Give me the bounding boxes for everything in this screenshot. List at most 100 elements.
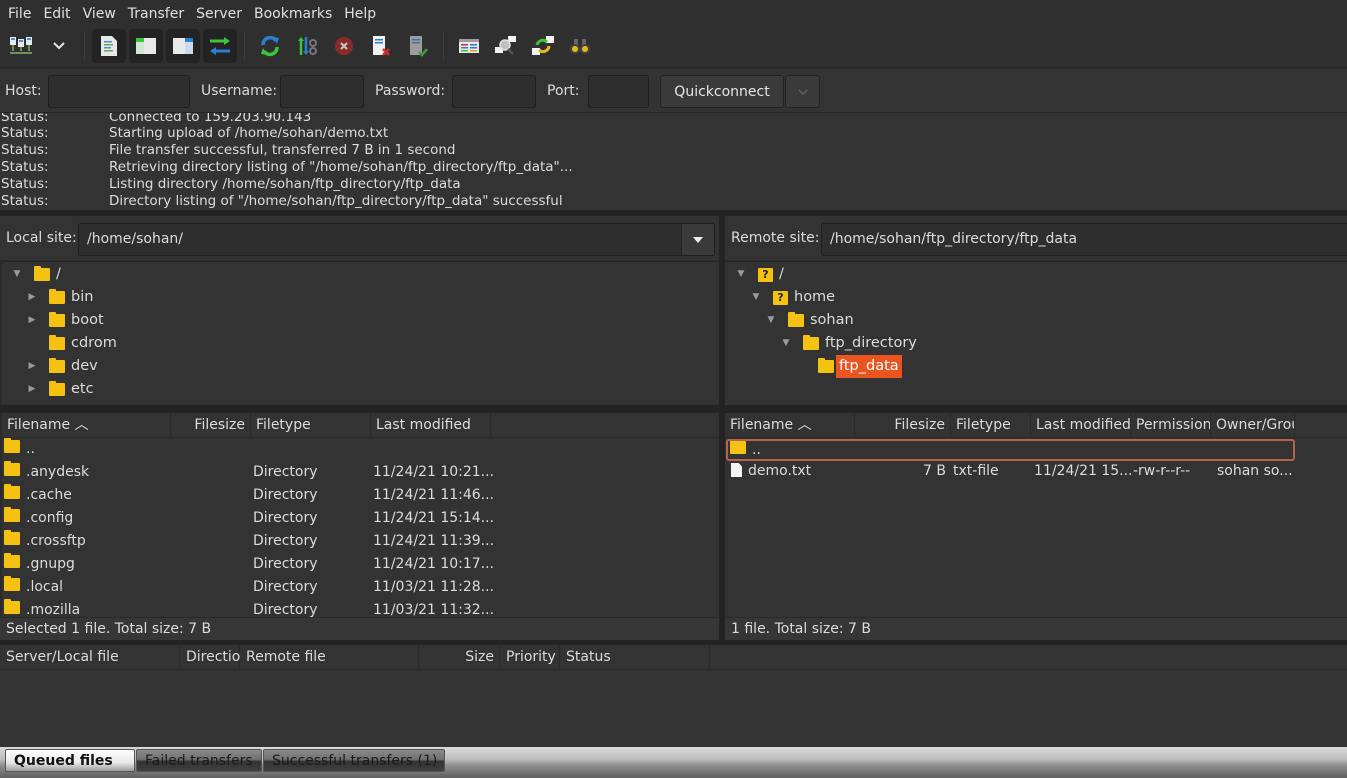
toggle-local-tree-button[interactable] [129, 29, 163, 63]
tab-failed-transfers[interactable]: Failed transfers [136, 749, 262, 772]
tree-node[interactable]: ▼ ? / [734, 263, 784, 286]
site-manager-button[interactable] [4, 29, 38, 63]
tree-node[interactable]: ▶ boot [25, 309, 104, 332]
column-size[interactable]: Size [419, 645, 500, 670]
host-input[interactable] [48, 75, 190, 108]
local-site-label: Local site: [6, 230, 77, 246]
local-path-dropdown-button[interactable] [681, 224, 714, 255]
column-filename[interactable]: Filename ︿ [2, 413, 171, 438]
column-last-modified[interactable]: Last modified [1031, 413, 1131, 438]
quickconnect-history-dropdown[interactable] [785, 75, 820, 108]
quickconnect-button[interactable]: Quickconnect [660, 75, 784, 108]
synchronized-browsing-button[interactable] [526, 29, 560, 63]
file-row[interactable]: .anydesk Directory 11/24/21 10:21... [2, 461, 719, 484]
collapsed-arrow-icon[interactable]: ▶ [25, 383, 39, 397]
tree-node[interactable]: ▼ sohan [764, 309, 854, 332]
file-row[interactable]: .mozilla Directory 11/03/21 11:32... [2, 599, 719, 617]
menu-edit[interactable]: Edit [37, 6, 76, 22]
expanded-arrow-icon[interactable]: ▼ [10, 268, 24, 282]
collapsed-arrow-icon[interactable]: ▶ [25, 360, 39, 374]
remote-directory-tree[interactable]: ▼ ? / ▼ ? home ▼ sohan ▼ ftp_directory f… [725, 261, 1347, 405]
expanded-arrow-icon[interactable]: ▼ [779, 337, 793, 351]
password-input[interactable] [452, 75, 536, 108]
column-server-local-file[interactable]: Server/Local file [0, 645, 180, 670]
chevron-down-icon [798, 89, 807, 95]
file-row[interactable]: .config Directory 11/24/21 15:14... [2, 507, 719, 530]
file-row[interactable]: .crossftp Directory 11/24/21 11:39... [2, 530, 719, 553]
site-manager-dropdown-button[interactable] [42, 29, 76, 63]
remote-tree-icon [173, 38, 193, 54]
tree-node[interactable]: ▼ ftp_directory [779, 332, 917, 355]
tree-node-selected[interactable]: ftp_data [818, 355, 902, 378]
remote-path-combobox[interactable]: /home/sohan/ftp_directory/ftp_data [821, 223, 1347, 256]
tree-node[interactable]: cdrom [25, 332, 117, 355]
cancel-icon [335, 37, 353, 55]
folder-icon [49, 381, 65, 396]
menu-view[interactable]: View [77, 6, 122, 22]
local-directory-tree[interactable]: ▼ / ▶ bin ▶ boot cdrom ▶ dev ▶ etc [2, 261, 719, 405]
toggle-message-log-button[interactable] [92, 29, 126, 63]
expanded-arrow-icon[interactable]: ▼ [734, 268, 748, 282]
column-filetype[interactable]: Filetype [951, 413, 1031, 438]
column-filename[interactable]: Filename ︿ [725, 413, 855, 438]
collapsed-arrow-icon[interactable]: ▶ [25, 291, 39, 305]
process-queue-button[interactable] [290, 29, 324, 63]
tree-list-splitter[interactable] [0, 405, 1347, 413]
column-last-modified[interactable]: Last modified [371, 413, 491, 438]
folder-icon [4, 576, 20, 591]
column-permission[interactable]: Permission [1131, 413, 1211, 438]
filename-filter-icon [495, 36, 516, 55]
file-row[interactable]: demo.txt 7 B txt-file 11/24/21 15... -rw… [725, 460, 1347, 483]
search-remote-files-button[interactable] [563, 29, 597, 63]
menu-server[interactable]: Server [190, 6, 248, 22]
folder-icon [49, 358, 65, 373]
tree-node[interactable]: ▶ dev [25, 355, 98, 378]
tree-node[interactable]: ▼ / [10, 263, 61, 286]
toggle-transfer-queue-button[interactable] [203, 29, 237, 63]
tree-node[interactable]: ▶ bin [25, 286, 93, 309]
column-owner-group[interactable]: Owner/Grou [1211, 413, 1295, 438]
file-row[interactable]: .gnupg Directory 11/24/21 10:17... [2, 553, 719, 576]
tree-node[interactable]: ▼ ? home [749, 286, 836, 309]
tab-queued-files[interactable]: Queued files [5, 749, 135, 772]
reconnect-button[interactable] [401, 29, 435, 63]
remote-file-list[interactable]: Filename ︿ Filesize Filetype Last modifi… [725, 413, 1347, 617]
menu-help[interactable]: Help [338, 6, 382, 22]
column-remote-file[interactable]: Remote file [240, 645, 419, 670]
message-log[interactable]: Status: Connected to 159.203.90.143 Statu… [0, 113, 1347, 210]
file-row-parent[interactable]: .. [726, 439, 1295, 461]
cancel-operation-button[interactable] [327, 29, 361, 63]
file-row[interactable]: .local Directory 11/03/21 11:28... [2, 576, 719, 599]
local-tree-icon [136, 38, 156, 54]
port-input[interactable] [588, 75, 649, 108]
column-status[interactable]: Status [560, 645, 710, 670]
local-path-combobox[interactable]: /home/sohan/ [78, 223, 715, 256]
transfer-queue[interactable]: Server/Local file Directio Remote file S… [0, 645, 1347, 747]
file-row[interactable]: .cache Directory 11/24/21 11:46... [2, 484, 719, 507]
username-input[interactable] [280, 75, 364, 108]
disconnect-button[interactable] [364, 29, 398, 63]
tree-node[interactable]: ▶ etc [25, 378, 94, 401]
expanded-arrow-icon[interactable]: ▼ [749, 291, 763, 305]
local-file-list[interactable]: Filename ︿ Filesize Filetype Last modifi… [2, 413, 719, 617]
column-priority[interactable]: Priority [500, 645, 560, 670]
file-row-parent[interactable]: .. [2, 438, 719, 461]
username-label: Username: [201, 83, 278, 99]
tab-successful-transfers[interactable]: Successful transfers (1) [263, 749, 445, 772]
column-filesize[interactable]: Filesize [171, 413, 251, 438]
refresh-button[interactable] [253, 29, 287, 63]
menu-transfer[interactable]: Transfer [122, 6, 190, 22]
unknown-folder-icon: ? [758, 267, 773, 282]
chevron-down-icon [53, 42, 65, 50]
host-label: Host: [5, 83, 42, 99]
toggle-remote-tree-button[interactable] [166, 29, 200, 63]
column-direction[interactable]: Directio [180, 645, 240, 670]
directory-comparison-button[interactable] [452, 29, 486, 63]
collapsed-arrow-icon[interactable]: ▶ [25, 314, 39, 328]
expanded-arrow-icon[interactable]: ▼ [764, 314, 778, 328]
column-filetype[interactable]: Filetype [251, 413, 371, 438]
menu-bookmarks[interactable]: Bookmarks [248, 6, 338, 22]
menu-file[interactable]: File [2, 6, 37, 22]
filename-filter-button[interactable] [489, 29, 523, 63]
column-filesize[interactable]: Filesize [855, 413, 951, 438]
